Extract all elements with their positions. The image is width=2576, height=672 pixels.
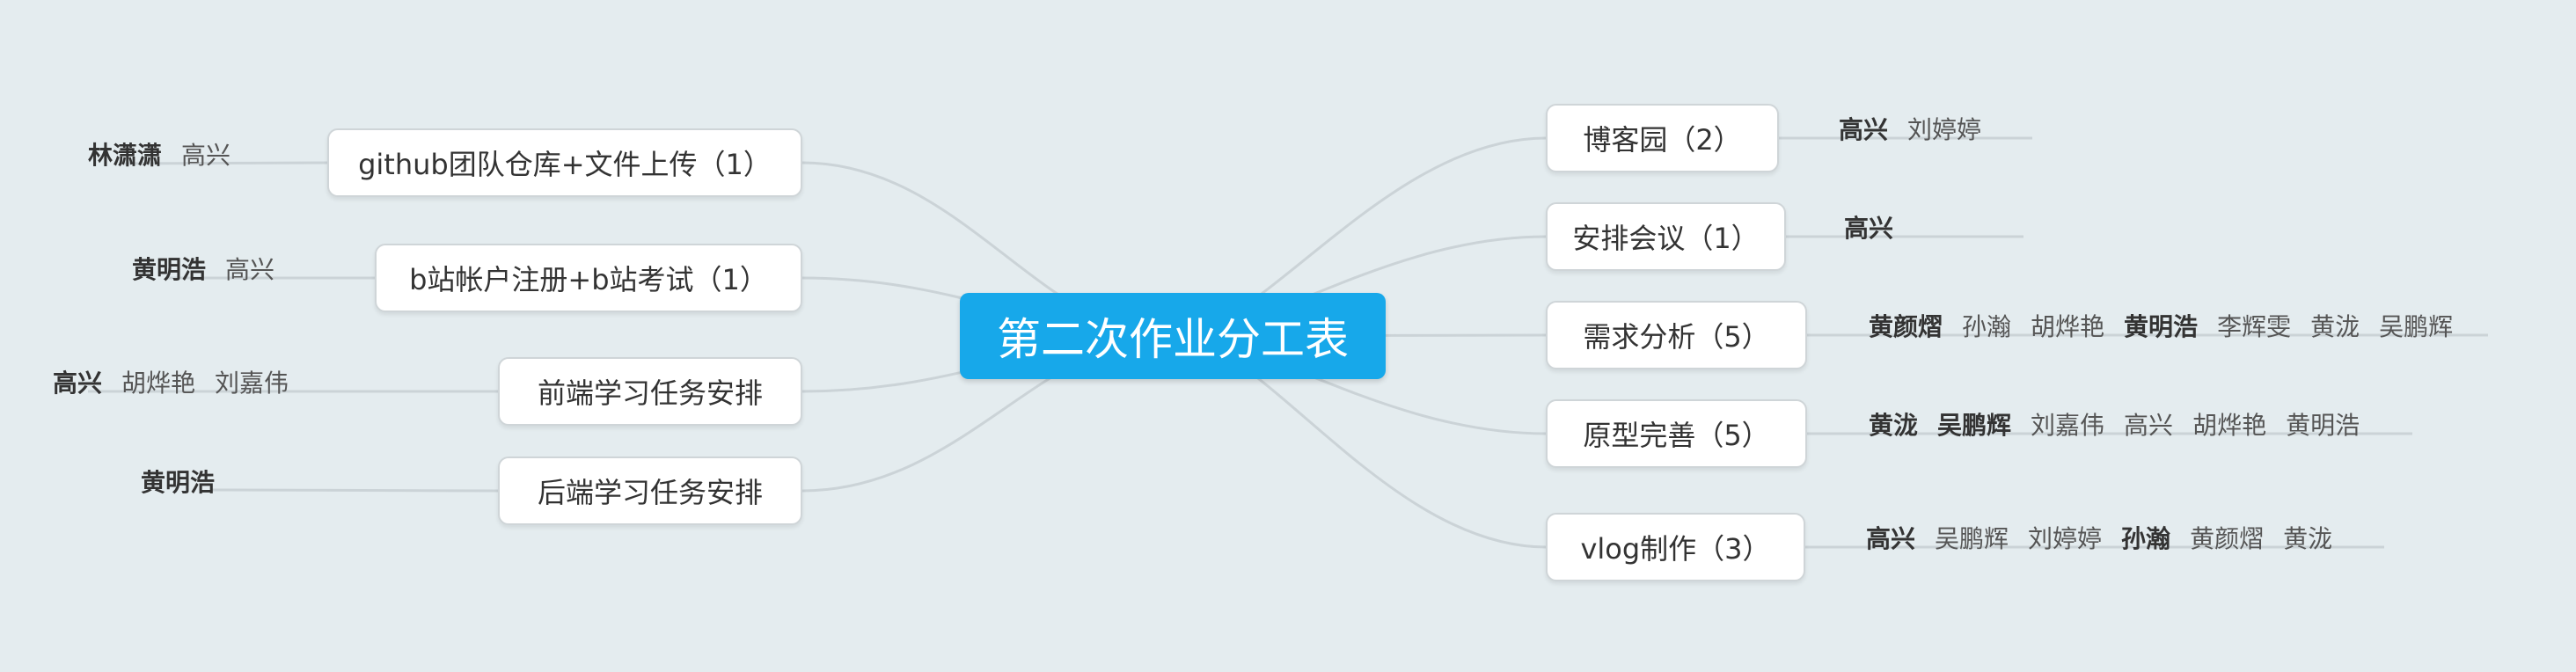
assignee-name: 胡烨艳 <box>2192 411 2267 440</box>
right-topic-2[interactable]: 需求分析（5） <box>1546 301 1807 369</box>
assignee-lead: 高兴 <box>1866 524 1916 553</box>
assignee-name: 黄颜熠 <box>2190 524 2265 553</box>
assignee-name: 高兴 <box>181 141 231 170</box>
assignee-list: 黄泷 吴鹏辉 刘嘉伟 高兴 胡烨艳 黄明浩 <box>1869 406 2360 442</box>
right-topic-0[interactable]: 博客园（2） <box>1546 104 1779 172</box>
right-topic-1[interactable]: 安排会议（1） <box>1546 202 1786 271</box>
assignee-name: 吴鹏辉 <box>1935 524 2009 553</box>
assignee-list: 黄明浩 高兴 <box>132 251 274 286</box>
assignee-name: 刘婷婷 <box>1907 115 1982 144</box>
sub-branch-line-left-3 <box>210 488 499 493</box>
assignee-lead: 黄明浩 <box>132 255 207 284</box>
assignee-lead: 高兴 <box>53 369 103 398</box>
assignee-name: 胡烨艳 <box>121 369 196 398</box>
assignee-name: 刘嘉伟 <box>215 369 289 398</box>
assignee-name: 吴鹏辉 <box>2379 312 2454 341</box>
central-topic-label: 第二次作业分工表 <box>997 314 1349 365</box>
topic-label: 后端学习任务安排 <box>537 476 763 509</box>
assignee-name: 高兴 <box>2124 411 2174 440</box>
assignee-list: 黄颜熠 孙瀚 胡烨艳 黄明浩 李辉雯 黄泷 吴鹏辉 <box>1869 308 2453 343</box>
topic-label: 原型完善（5） <box>1583 419 1770 452</box>
assignee-lead: 孙瀚 <box>2121 524 2171 553</box>
assignee-name: 黄泷 <box>2283 524 2333 553</box>
left-topic-1[interactable]: b站帐户注册+b站考试（1） <box>375 244 802 312</box>
assignee-name: 黄泷 <box>2310 312 2360 341</box>
assignee-list: 黄明浩 <box>141 464 215 499</box>
left-topic-3[interactable]: 后端学习任务安排 <box>498 457 802 525</box>
assignee-lead: 吴鹏辉 <box>1937 411 2012 440</box>
assignee-lead: 高兴 <box>1844 214 1894 243</box>
assignee-lead: 黄明浩 <box>2124 312 2199 341</box>
assignee-name: 刘嘉伟 <box>2031 411 2105 440</box>
mind-map-canvas: github团队仓库+文件上传（1） 林潇潇 高兴 b站帐户注册+b站考试（1） 黄明浩… <box>0 0 2576 672</box>
assignee-lead: 黄明浩 <box>141 468 216 497</box>
assignee-name: 黄明浩 <box>2286 411 2360 440</box>
topic-label: github团队仓库+文件上传（1） <box>358 148 772 181</box>
assignee-list: 高兴 胡烨艳 刘嘉伟 <box>53 364 289 399</box>
central-topic[interactable]: 第二次作业分工表 <box>960 293 1386 379</box>
right-topic-4[interactable]: vlog制作（3） <box>1546 513 1805 581</box>
topic-label: 安排会议（1） <box>1572 222 1760 255</box>
assignee-name: 高兴 <box>225 255 275 284</box>
assignee-name: 李辉雯 <box>2217 312 2292 341</box>
assignee-lead: 高兴 <box>1839 115 1889 144</box>
topic-label: vlog制作（3） <box>1580 532 1771 566</box>
assignee-lead: 黄泷 <box>1869 411 1919 440</box>
assignee-name: 刘婷婷 <box>2028 524 2103 553</box>
assignee-lead: 林潇潇 <box>88 141 163 170</box>
topic-label: 需求分析（5） <box>1583 320 1770 354</box>
assignee-lead: 黄颜熠 <box>1869 312 1943 341</box>
left-topic-2[interactable]: 前端学习任务安排 <box>498 357 802 426</box>
right-topic-3[interactable]: 原型完善（5） <box>1546 399 1807 468</box>
left-topic-0[interactable]: github团队仓库+文件上传（1） <box>327 128 802 197</box>
assignee-name: 孙瀚 <box>1962 312 2012 341</box>
topic-label: 前端学习任务安排 <box>537 376 763 410</box>
assignee-list: 林潇潇 高兴 <box>88 136 231 172</box>
assignee-list: 高兴 刘婷婷 <box>1839 111 1981 146</box>
assignee-list: 高兴 <box>1844 209 1893 245</box>
assignee-name: 胡烨艳 <box>2031 312 2105 341</box>
assignee-list: 高兴 吴鹏辉 刘婷婷 孙瀚 黄颜熠 黄泷 <box>1866 520 2332 555</box>
topic-label: 博客园（2） <box>1583 123 1742 157</box>
topic-label: b站帐户注册+b站考试（1） <box>409 263 768 296</box>
